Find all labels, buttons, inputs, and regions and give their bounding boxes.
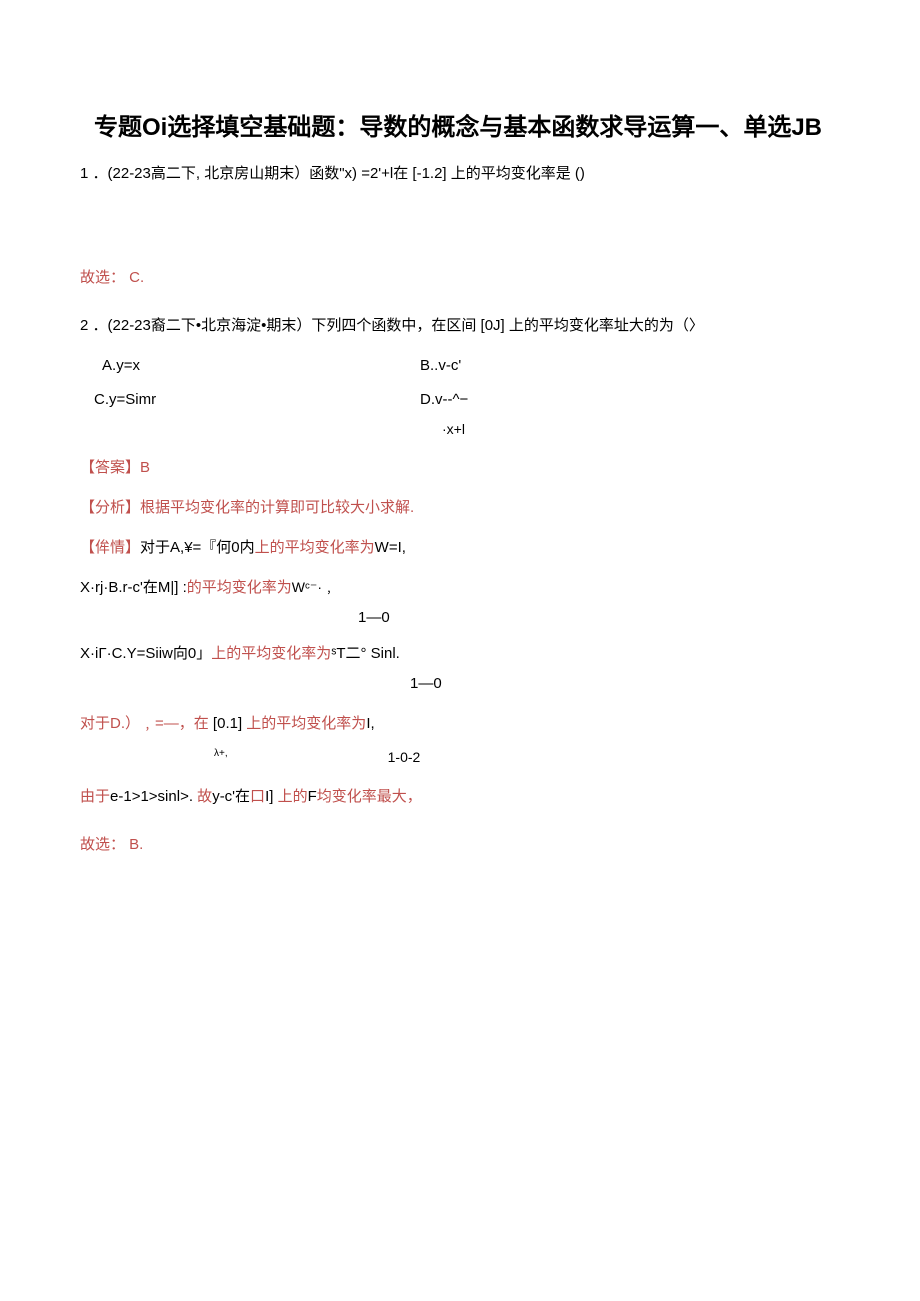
- detail-b-under: 1—0: [80, 606, 840, 630]
- q2-detail-b: X·rj·B.r-c'在M|] :的平均变化率为Wᶜ⁻·﹐: [80, 576, 840, 600]
- detail-c-1: X·iΓ·C.Y=Siiw向0」: [80, 645, 211, 662]
- spacer: [80, 196, 840, 256]
- detail-a-1: 对于A,¥=『何0内: [140, 539, 255, 556]
- q2-option-b: B..v-c': [420, 354, 461, 378]
- detail-c-3: ˢT二° Sinl.: [331, 645, 400, 662]
- detail-c-2: 上的平均变化率为: [211, 645, 331, 662]
- q2-option-d: D.v--^−: [420, 388, 468, 412]
- detail-d-sub: λ+,: [80, 746, 228, 768]
- question-2-text: 2 ．(22-23裔二下•北京海淀•期末）下列四个函数中，在区间 [0J] 上的…: [80, 314, 840, 338]
- analysis-label: 【分析】: [80, 499, 140, 516]
- detail-label: 【侔情】: [80, 539, 140, 556]
- detail-d-under: 1-0-2: [228, 746, 421, 768]
- detail-c-under: 1—0: [80, 672, 840, 696]
- q2-analysis: 【分析】根据平均变化率的计算即可比较大小求解.: [80, 496, 840, 520]
- q1-conclusion: 故选： C.: [80, 266, 840, 290]
- q2-detail-d: 对于D.）﹐=—，在 [0.1] 上的平均变化率为I,: [80, 712, 840, 736]
- q2-option-c: C.y=Simr: [80, 388, 420, 412]
- analysis-text: 根据平均变化率的计算即可比较大小求解.: [140, 499, 414, 516]
- detail-a-3: W=I,: [375, 539, 406, 556]
- detail-d-3: 上的平均变化率为: [246, 715, 366, 732]
- question-1-text: 1 ．(22-23高二下, 北京房山期末）函数"x) =2'+l在 [-1.2]…: [80, 162, 840, 186]
- detail-d-2: [0.1]: [209, 715, 247, 732]
- q2-conclusion-line: 由于e-1>1>sinl>. 故y-c'在口I] 上的F均变化率最大，: [80, 785, 840, 809]
- q2-option-a: A.y=x: [80, 354, 420, 378]
- detail-d-1: 对于D.）﹐=—，在: [80, 715, 209, 732]
- detail-d-subline: λ+, 1-0-2: [80, 746, 840, 768]
- q2-detail-a: 【侔情】对于A,¥=『何0内上的平均变化率为W=I,: [80, 536, 840, 560]
- detail-a-2: 上的平均变化率为: [255, 539, 375, 556]
- detail-d-4: I,: [366, 715, 374, 732]
- detail-b-3: Wᶜ⁻·﹐: [292, 579, 336, 595]
- page-title: 专题Oi选择填空基础题：导数的概念与基本函数求导运算一、单选JB: [80, 110, 840, 146]
- q2-option-d-sub: ·x+l: [80, 418, 840, 440]
- q2-final: 故选： B.: [80, 833, 840, 857]
- q2-options-row2: C.y=Simr D.v--^−: [80, 388, 840, 412]
- detail-b-2: 的平均变化率为: [187, 579, 292, 596]
- detail-b-1: X·rj·B.r-c'在M|] :: [80, 579, 187, 596]
- q2-options-row1: A.y=x B..v-c': [80, 354, 840, 378]
- q2-detail-c: X·iΓ·C.Y=Siiw向0」上的平均变化率为ˢT二° Sinl.: [80, 642, 840, 666]
- q2-answer: 【答案】B: [80, 456, 840, 480]
